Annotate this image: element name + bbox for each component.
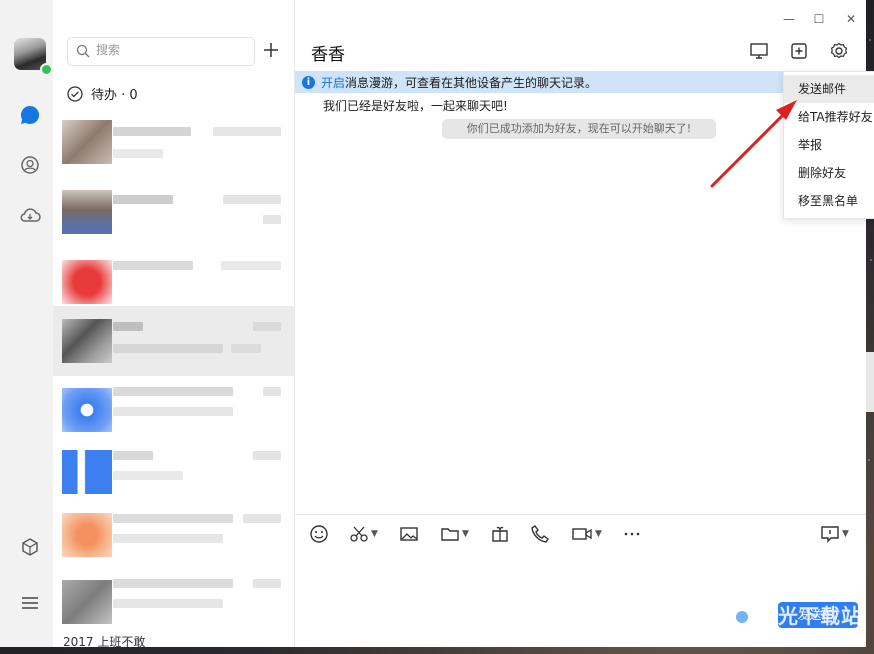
list-item[interactable] (53, 437, 294, 507)
emoji-button[interactable] (309, 524, 329, 544)
contact-avatar (62, 580, 112, 624)
list-item-selected[interactable] (53, 306, 294, 376)
search-icon (76, 44, 90, 58)
roaming-banner: i 开启 消息漫游，可查看在其他设备产生的聊天记录。 (295, 71, 866, 93)
chevron-down-icon[interactable]: ▼ (462, 529, 469, 539)
contact-avatar (62, 450, 112, 494)
qq-main-window: 待办 · 0 (0, 0, 866, 647)
list-item[interactable] (53, 107, 294, 177)
image-icon (400, 527, 418, 541)
info-icon: i (302, 75, 315, 89)
screen-share-icon[interactable] (749, 41, 769, 61)
cloud-icon[interactable] (19, 204, 41, 226)
image-button[interactable] (399, 524, 419, 544)
system-message: 我们已经是好友啦，一起来聊天吧! (323, 99, 508, 113)
contact-avatar (62, 120, 112, 164)
chevron-down-icon[interactable]: ▼ (842, 529, 849, 539)
contact-avatar (62, 190, 112, 234)
settings-gear-icon[interactable] (829, 41, 849, 61)
search-input[interactable] (94, 42, 248, 58)
close-button[interactable]: ✕ (844, 12, 858, 26)
banner-text: 消息漫游，可查看在其他设备产生的聊天记录。 (345, 75, 598, 90)
chevron-down-icon[interactable]: ▼ (595, 529, 602, 539)
online-status-dot (40, 63, 53, 76)
contact-avatar (62, 388, 112, 432)
gift-icon (492, 526, 508, 542)
history-button[interactable]: ▼ (820, 524, 849, 544)
folder-icon (441, 528, 459, 541)
chat-title: 香香 (311, 45, 345, 65)
scissors-icon (350, 526, 368, 542)
list-item[interactable] (53, 567, 294, 637)
conversation-list: 待办 · 0 (53, 0, 295, 647)
phone-icon (531, 525, 549, 543)
watermark-brand: 极光下载站 (757, 604, 862, 628)
todo-label: 待办 · 0 (91, 88, 138, 103)
list-item-partial[interactable]: 2017 上班不敢 (63, 633, 145, 647)
menu-item-delete-friend[interactable]: 删除好友 (784, 159, 874, 187)
menu-item-report[interactable]: 举报 (784, 131, 874, 159)
menu-item-send-email[interactable]: 发送邮件 (784, 75, 874, 103)
chevron-down-icon[interactable]: ▼ (371, 529, 378, 539)
menu-item-blacklist[interactable]: 移至黑名单 (784, 187, 874, 215)
check-circle-icon (67, 85, 83, 102)
search-box[interactable] (67, 37, 255, 66)
chat-history-icon (821, 526, 839, 543)
minimize-button[interactable]: — (782, 12, 796, 26)
more-dots-icon (624, 532, 640, 536)
app-box-icon[interactable] (19, 536, 41, 558)
left-nav-bar (0, 0, 53, 647)
emoji-icon (310, 525, 328, 543)
video-camera-icon (572, 528, 592, 540)
add-member-icon[interactable] (789, 41, 809, 61)
message-icon[interactable] (19, 104, 41, 126)
enable-roaming-link[interactable]: 开启 (321, 74, 345, 91)
watermark-url: www.xz7.com (778, 628, 854, 641)
chat-panel: — ☐ ✕ 香香 i 开启 消息漫游，可查看在其他设备产生的聊天记录。 我们已经… (295, 0, 866, 647)
contact-context-menu: 发送邮件 给TA推荐好友 举报 删除好友 移至黑名单 (783, 71, 874, 219)
contacts-icon[interactable] (19, 154, 41, 176)
screenshot-button[interactable]: ▼ (349, 524, 378, 544)
list-item[interactable] (53, 177, 294, 247)
add-icon[interactable] (262, 41, 280, 59)
contact-avatar (62, 260, 112, 304)
red-packet-button[interactable] (490, 524, 510, 544)
chat-toolbar: ▼ ▼ ▼ ▼ (295, 514, 866, 553)
list-item[interactable] (53, 375, 294, 445)
friend-added-notice: 你们已成功添加为好友，现在可以开始聊天了! (442, 119, 716, 139)
file-button[interactable]: ▼ (440, 524, 469, 544)
menu-item-recommend-friend[interactable]: 给TA推荐好友 (784, 103, 874, 131)
voice-call-button[interactable] (530, 524, 550, 544)
contact-avatar (62, 513, 112, 557)
video-call-button[interactable]: ▼ (571, 524, 602, 544)
contact-avatar (62, 319, 112, 363)
main-menu-icon[interactable] (19, 592, 41, 614)
maximize-button[interactable]: ☐ (812, 12, 826, 26)
background-window-strip (865, 352, 874, 412)
todo-row[interactable]: 待办 · 0 (67, 84, 138, 103)
more-button[interactable] (623, 524, 641, 544)
list-item[interactable] (53, 500, 294, 570)
